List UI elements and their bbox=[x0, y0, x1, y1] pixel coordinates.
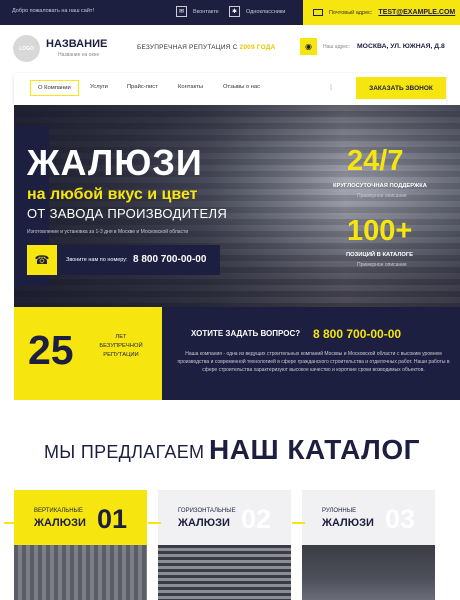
years-line-3: РЕПУТАЦИИ bbox=[103, 352, 139, 358]
email-link[interactable]: TEST@EXAMPLE.COM bbox=[378, 9, 455, 16]
card-title: ЖАЛЮЗИ bbox=[34, 517, 86, 529]
nav-item-about[interactable]: О Компании bbox=[30, 80, 79, 96]
roller-blinds-image bbox=[302, 545, 435, 600]
vk-icon: ✉ bbox=[176, 6, 187, 17]
nav-item-contacts[interactable]: Контакты bbox=[178, 84, 203, 90]
site-header: LOGO НАЗВАНИЕ Название на окне БЕЗУПРЕЧН… bbox=[0, 25, 460, 73]
address-label: Наш адрес: bbox=[323, 44, 350, 50]
card-accent-line bbox=[148, 522, 161, 524]
envelope-icon bbox=[313, 9, 323, 16]
card-number: 01 bbox=[97, 504, 128, 534]
stat-support-desc: Примерное описание bbox=[357, 193, 407, 199]
band-left-strip bbox=[0, 307, 14, 400]
card-type: ВЕРТИКАЛЬНЫЕ bbox=[34, 508, 83, 514]
reputation-text: БЕЗУПРЕЧНАЯ РЕПУТАЦИЯ С 2009 ГОДА bbox=[137, 44, 276, 51]
stat-catalog-value: 100+ bbox=[347, 215, 413, 247]
question-phone[interactable]: 8 800 700-00-00 bbox=[313, 327, 401, 341]
phone-label: Звоните нам по номеру: bbox=[66, 257, 128, 263]
brand-tagline: Название на окне bbox=[58, 52, 100, 58]
hero-subtitle-factory: ОТ ЗАВОДА ПРОИЗВОДИТЕЛЯ bbox=[27, 206, 228, 221]
reputation-block: 25 ЛЕТ БЕЗУПРЕЧНОЙ РЕПУТАЦИИ bbox=[14, 307, 162, 400]
catalog-card-roller[interactable]: РУЛОННЫЕ ЖАЛЮЗИ 03 bbox=[292, 490, 435, 600]
email-label: Почтовый адрес: bbox=[329, 9, 373, 16]
stat-support-value: 24/7 bbox=[347, 145, 404, 177]
logo[interactable]: LOGO bbox=[13, 35, 40, 62]
order-call-button[interactable]: ЗАКАЗАТЬ ЗВОНОК bbox=[356, 77, 446, 99]
phone-icon: ☎ bbox=[27, 245, 57, 275]
hero-subtitle: на любой вкус и цвет bbox=[27, 186, 198, 203]
card-type: ГОРИЗОНТАЛЬНЫЕ bbox=[178, 508, 236, 514]
catalog-heading-offer: МЫ ПРЕДЛАГАЕМ bbox=[44, 442, 205, 462]
top-bar: Добро пожаловать на наш сайт! ✉ Вконтакт… bbox=[0, 0, 460, 25]
vertical-blinds-image bbox=[14, 545, 147, 600]
stat-catalog-label: ПОЗИЦИЙ В КАТАЛОГЕ bbox=[346, 252, 414, 258]
hero-note: Изготовление и установка за 1-3 дня в Мо… bbox=[27, 229, 189, 235]
brand-name: НАЗВАНИЕ bbox=[46, 38, 108, 50]
hero-phone-box[interactable]: ☎ Звоните нам по номеру: 8 800 700-00-00 bbox=[27, 245, 220, 275]
catalog-card-vertical[interactable]: ВЕРТИКАЛЬНЫЕ ЖАЛЮЗИ 01 bbox=[4, 490, 147, 600]
card-type: РУЛОННЫЕ bbox=[322, 508, 357, 514]
hero-phone-number[interactable]: 8 800 700-00-00 bbox=[133, 254, 206, 265]
hero-left-strip bbox=[0, 105, 14, 307]
email-box: Почтовый адрес: TEST@EXAMPLE.COM bbox=[303, 0, 460, 25]
card-title: ЖАЛЮЗИ bbox=[322, 517, 374, 529]
catalog-card-horizontal[interactable]: ГОРИЗОНТАЛЬНЫЕ ЖАЛЮЗИ 02 bbox=[148, 490, 291, 600]
nav-item-reviews[interactable]: Отзывы о нас bbox=[223, 84, 260, 90]
address: МОСКВА, УЛ. ЮЖНАЯ, Д.8 bbox=[357, 43, 445, 50]
social-label: Вконтакте bbox=[193, 8, 219, 15]
stat-support-label: КРУГЛОСУТОЧНАЯ ПОДДЕРЖКА bbox=[333, 183, 427, 189]
card-accent-line bbox=[4, 522, 17, 524]
question-title: ХОТИТЕ ЗАДАТЬ ВОПРОС? bbox=[191, 329, 301, 338]
reputation-year: 2009 ГОДА bbox=[239, 44, 276, 51]
card-accent-line bbox=[292, 522, 305, 524]
main-nav: О Компании Услуги Прайс-лист Контакты От… bbox=[14, 73, 446, 105]
question-block: ХОТИТЕ ЗАДАТЬ ВОПРОС? 8 800 700-00-00 На… bbox=[162, 307, 460, 400]
years-number: 25 bbox=[28, 327, 74, 373]
years-line-2: БЕЗУПРЕЧНОЙ bbox=[99, 343, 143, 349]
card-number: 02 bbox=[241, 504, 272, 534]
social-link-ok[interactable]: ✱ Одноклассники bbox=[229, 6, 285, 17]
social-link-vk[interactable]: ✉ Вконтакте bbox=[176, 6, 219, 17]
hero-title: ЖАЛЮЗИ bbox=[27, 142, 203, 183]
welcome-text: Добро пожаловать на наш сайт! bbox=[12, 8, 94, 14]
ok-icon: ✱ bbox=[229, 6, 240, 17]
card-title: ЖАЛЮЗИ bbox=[178, 517, 230, 529]
stat-catalog-desc: Примерное описание bbox=[357, 262, 407, 268]
menu-more-icon[interactable]: ⁞ bbox=[330, 85, 332, 92]
horizontal-blinds-image bbox=[158, 545, 291, 600]
nav-wrapper: О Компании Услуги Прайс-лист Контакты От… bbox=[0, 73, 460, 105]
card-number: 03 bbox=[385, 504, 416, 534]
company-description: Наша компания - одна из ведущих строител… bbox=[177, 351, 450, 373]
social-label: Одноклассники bbox=[246, 8, 286, 15]
nav-item-pricelist[interactable]: Прайс-лист bbox=[127, 84, 158, 90]
nav-item-services[interactable]: Услуги bbox=[90, 84, 108, 90]
location-pin-icon: ◉ bbox=[300, 38, 317, 55]
catalog-heading-main: НАШ КАТАЛОГ bbox=[209, 434, 420, 465]
years-line-1: ЛЕТ bbox=[115, 334, 127, 340]
